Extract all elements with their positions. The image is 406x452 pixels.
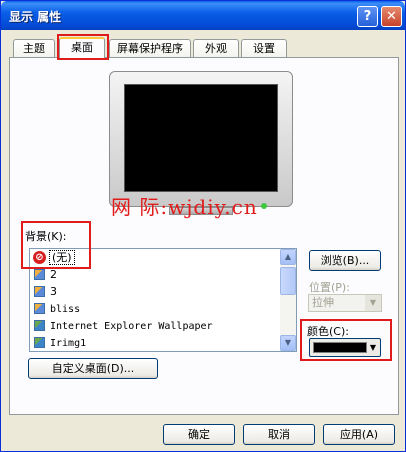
tab-settings[interactable]: 设置 <box>241 39 287 58</box>
color-highlight <box>300 319 392 361</box>
customize-desktop-button[interactable]: 自定义桌面(D)... <box>28 358 158 379</box>
display-properties-dialog: 显示 属性 ? ✕ 主题 桌面 屏幕保护程序 外观 设置 网 际:wjdiy.c… <box>0 0 406 452</box>
position-label: 位置(P): <box>309 281 350 294</box>
scroll-thumb[interactable] <box>280 267 296 295</box>
list-item[interactable]: bliss <box>30 300 296 317</box>
bitmap-file-icon <box>34 337 45 348</box>
close-button[interactable]: ✕ <box>381 6 402 27</box>
background-highlight <box>21 221 91 269</box>
list-item[interactable]: 3 <box>30 283 296 300</box>
power-led-icon <box>261 203 267 209</box>
browse-button[interactable]: 浏览(B)... <box>309 250 381 271</box>
list-item[interactable]: Internet Explorer Wallpaper <box>30 317 296 334</box>
image-file-icon <box>34 303 45 314</box>
monitor-preview <box>109 71 293 207</box>
cancel-button[interactable]: 取消 <box>243 424 315 445</box>
desktop-tab-highlight <box>57 34 109 60</box>
window-title: 显示 属性 <box>9 10 62 24</box>
title-bar[interactable]: 显示 属性 ? ✕ <box>1 1 405 30</box>
tab-themes[interactable]: 主题 <box>13 39 55 58</box>
bitmap-file-icon <box>34 320 45 331</box>
image-file-icon <box>34 286 45 297</box>
apply-button[interactable]: 应用(A) <box>323 424 395 445</box>
tab-appearance[interactable]: 外观 <box>193 39 239 58</box>
desktop-preview-screen <box>124 84 278 192</box>
chevron-down-icon: ▼ <box>365 295 381 311</box>
tab-screensaver[interactable]: 屏幕保护程序 <box>109 39 191 58</box>
position-select: 拉伸 ▼ <box>308 294 382 312</box>
list-scrollbar[interactable]: ▲ ▼ <box>280 249 296 351</box>
scroll-down-icon[interactable]: ▼ <box>280 335 296 351</box>
watermark-text: 网 际:wjdiy.cn <box>111 195 258 219</box>
list-item[interactable]: Irimg1 <box>30 334 296 351</box>
scroll-up-icon[interactable]: ▲ <box>280 249 296 265</box>
ok-button[interactable]: 确定 <box>163 424 235 445</box>
help-button[interactable]: ? <box>357 6 378 27</box>
image-file-icon <box>34 269 45 280</box>
